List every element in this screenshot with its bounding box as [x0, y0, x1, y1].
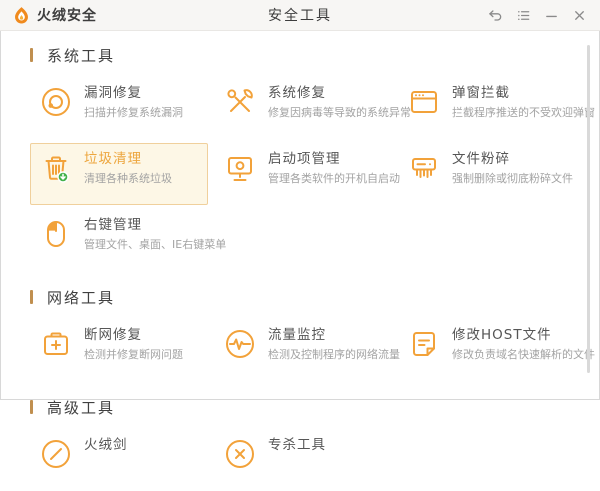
tool-title: 启动项管理 [268, 151, 400, 168]
tool-title: 系统修复 [268, 85, 411, 102]
tool-desc: 管理文件、桌面、IE右键菜单 [84, 237, 226, 252]
tool-desc: 修改负责域名快速解析的文件 [452, 347, 595, 362]
vulnerability-fix-icon [38, 84, 74, 120]
tool-tile-network-repair[interactable]: 断网修复 检测并修复断网问题 [30, 319, 208, 381]
section-2: 高级工具 火绒剑 专杀工具 [0, 397, 600, 491]
tool-desc: 检测并修复断网问题 [84, 347, 183, 362]
system-repair-icon [222, 84, 258, 120]
tool-tile-popup-block[interactable]: 弹窗拦截 拦截程序推送的不受欢迎弹窗 [398, 77, 576, 139]
special-kill-icon [222, 436, 258, 472]
section-label: 系统工具 [47, 45, 115, 66]
tool-tile-vulnerability-fix[interactable]: 漏洞修复 扫描并修复系统漏洞 [30, 77, 208, 139]
section-accent-bar [30, 48, 33, 62]
tool-desc: 检测及控制程序的网络流量 [268, 347, 400, 362]
section-header: 系统工具 [0, 45, 600, 65]
host-file-icon [406, 326, 442, 362]
section-label: 网络工具 [47, 287, 115, 308]
tool-title: 右键管理 [84, 217, 226, 234]
tool-tile-host-file[interactable]: 修改HOST文件 修改负责域名快速解析的文件 [398, 319, 576, 381]
minimize-icon[interactable] [540, 4, 562, 26]
tool-tile-special-kill[interactable]: 专杀工具 [214, 429, 392, 491]
tool-desc: 清理各种系统垃圾 [84, 171, 172, 186]
tool-title: 漏洞修复 [84, 85, 183, 102]
tool-tile-startup-manage[interactable]: 启动项管理 管理各类软件的开机自启动 [214, 143, 392, 205]
tool-title: 垃圾清理 [84, 151, 172, 168]
app-name: 火绒安全 [37, 5, 97, 25]
section-header: 高级工具 [0, 397, 600, 417]
tool-desc: 修复因病毒等导致的系统异常 [268, 105, 411, 120]
window-controls [484, 4, 600, 26]
back-icon[interactable] [484, 4, 506, 26]
brand: 火绒安全 [0, 5, 97, 25]
section-accent-bar [30, 400, 33, 414]
tool-grid: 漏洞修复 扫描并修复系统漏洞 系统修复 修复因病毒等导致的系统异常 弹窗拦截 拦… [0, 77, 600, 271]
tool-grid: 火绒剑 专杀工具 [0, 429, 600, 491]
tool-grid: 断网修复 检测并修复断网问题 流量监控 检测及控制程序的网络流量 修改HOST文… [0, 319, 600, 381]
tool-tile-trash[interactable]: 垃圾清理 清理各种系统垃圾 [30, 143, 208, 205]
tool-tile-system-repair[interactable]: 系统修复 修复因病毒等导致的系统异常 [214, 77, 392, 139]
tool-title: 专杀工具 [268, 437, 326, 454]
tool-tile-traffic-monitor[interactable]: 流量监控 检测及控制程序的网络流量 [214, 319, 392, 381]
tool-tile-file-shredder[interactable]: 文件粉碎 强制删除或彻底粉碎文件 [398, 143, 576, 205]
close-icon[interactable] [568, 4, 590, 26]
tool-title: 火绒剑 [84, 437, 128, 454]
huorong-sword-icon [38, 436, 74, 472]
tool-desc: 管理各类软件的开机自启动 [268, 171, 400, 186]
tool-title: 弹窗拦截 [452, 85, 595, 102]
tool-title: 断网修复 [84, 327, 183, 344]
section-header: 网络工具 [0, 287, 600, 307]
tool-tile-huorong-sword[interactable]: 火绒剑 [30, 429, 208, 491]
tool-desc: 扫描并修复系统漏洞 [84, 105, 183, 120]
vertical-scrollbar[interactable] [587, 45, 590, 373]
huorong-flame-logo-icon [12, 6, 31, 25]
section-0: 系统工具 漏洞修复 扫描并修复系统漏洞 系统修复 修复因病毒等导致的系统异常 弹… [0, 45, 600, 271]
trash-icon [38, 150, 74, 186]
mouse-icon [38, 216, 74, 252]
titlebar: 火绒安全 安全工具 [0, 0, 600, 31]
network-repair-icon [38, 326, 74, 362]
tool-desc: 拦截程序推送的不受欢迎弹窗 [452, 105, 595, 120]
section-1: 网络工具 断网修复 检测并修复断网问题 流量监控 检测及控制程序的网络流量 修改… [0, 287, 600, 381]
task-list-menu-icon[interactable] [512, 4, 534, 26]
tool-title: 文件粉碎 [452, 151, 573, 168]
section-accent-bar [30, 290, 33, 304]
tool-desc: 强制删除或彻底粉碎文件 [452, 171, 573, 186]
tool-title: 流量监控 [268, 327, 400, 344]
tools-content: 系统工具 漏洞修复 扫描并修复系统漏洞 系统修复 修复因病毒等导致的系统异常 弹… [0, 31, 600, 491]
tool-title: 修改HOST文件 [452, 327, 595, 344]
traffic-monitor-icon [222, 326, 258, 362]
startup-manage-icon [222, 150, 258, 186]
popup-block-icon [406, 84, 442, 120]
tool-tile-mouse[interactable]: 右键管理 管理文件、桌面、IE右键菜单 [30, 209, 208, 271]
file-shredder-icon [406, 150, 442, 186]
